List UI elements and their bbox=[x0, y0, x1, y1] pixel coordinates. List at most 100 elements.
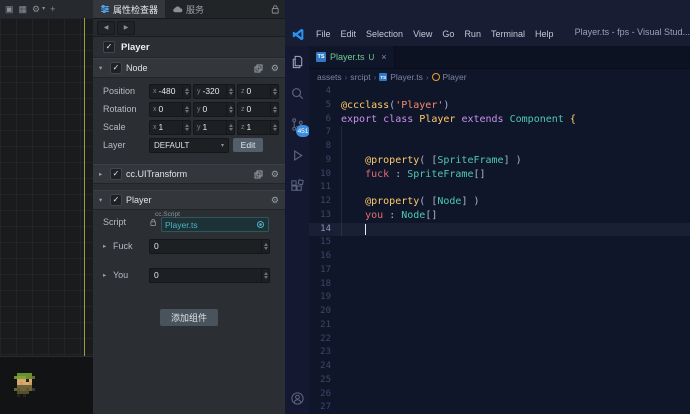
rotation-x-field[interactable]: x0 bbox=[149, 101, 191, 117]
chevron-right-icon[interactable]: ▸ bbox=[103, 242, 110, 250]
scale-x-field[interactable]: x1 bbox=[149, 119, 191, 135]
code-line-5[interactable]: 5 @ccclass('Player') bbox=[309, 99, 690, 113]
copy-icon[interactable] bbox=[254, 170, 263, 179]
code-line-24[interactable]: 24 bbox=[309, 360, 690, 374]
menu-run[interactable]: Run bbox=[459, 29, 486, 39]
code-line-27[interactable]: 27 bbox=[309, 401, 690, 414]
breadcrumb-item[interactable]: assets bbox=[317, 72, 342, 82]
code-line-20[interactable]: 20 bbox=[309, 305, 690, 319]
source-control-icon[interactable]: 451 bbox=[289, 116, 310, 137]
menu-view[interactable]: View bbox=[408, 29, 437, 39]
extensions-icon[interactable] bbox=[289, 178, 305, 194]
code-line-11[interactable]: 11 bbox=[309, 181, 690, 195]
node-checkbox[interactable]: ✓ bbox=[110, 62, 122, 74]
stepper[interactable] bbox=[226, 84, 234, 98]
stepper[interactable] bbox=[182, 102, 190, 116]
code-line-26[interactable]: 26 bbox=[309, 388, 690, 402]
add-component-button[interactable]: 添加组件 bbox=[160, 309, 218, 326]
code-line-12[interactable]: 12 @property( [Node] ) bbox=[309, 195, 690, 209]
scale-y-field[interactable]: y1 bbox=[193, 119, 235, 135]
rotation-y-field[interactable]: y0 bbox=[193, 101, 235, 117]
chevron-down-icon[interactable]: ▾ bbox=[42, 6, 45, 12]
stepper[interactable] bbox=[226, 102, 234, 116]
code-line-23[interactable]: 23 bbox=[309, 346, 690, 360]
code-line-6[interactable]: 6 export class Player extends Component { bbox=[309, 113, 690, 127]
script-asset-field[interactable]: Player.ts bbox=[161, 217, 269, 232]
lock-icon[interactable] bbox=[270, 4, 280, 15]
stepper[interactable] bbox=[261, 268, 269, 282]
rotation-z-field[interactable]: z0 bbox=[237, 101, 279, 117]
position-x-field[interactable]: x -480 bbox=[149, 83, 191, 99]
scale-z-field[interactable]: z1 bbox=[237, 119, 279, 135]
scene-viewport[interactable] bbox=[0, 18, 93, 357]
tab-services[interactable]: 服务 bbox=[165, 0, 211, 18]
tab-inspector[interactable]: 属性检查器 bbox=[93, 0, 166, 18]
stepper[interactable] bbox=[261, 239, 269, 253]
titlebar[interactable]: File Edit Selection View Go Run Terminal Help P… bbox=[285, 0, 690, 47]
chevron-right-icon[interactable]: ▸ bbox=[103, 271, 110, 279]
uitransform-section-header[interactable]: ▸ ✓ cc.UITransform ⚙ bbox=[93, 164, 285, 184]
chevron-down-icon[interactable]: ▾ bbox=[99, 196, 106, 204]
menu-selection[interactable]: Selection bbox=[361, 29, 408, 39]
player-sprite[interactable] bbox=[14, 373, 17, 376]
code-line-15[interactable]: 15 bbox=[309, 236, 690, 250]
stepper[interactable] bbox=[182, 84, 190, 98]
chevron-down-icon[interactable]: ▾ bbox=[99, 64, 106, 72]
code-line-4[interactable]: 4 bbox=[309, 85, 690, 99]
breadcrumb-item[interactable]: srcipt bbox=[350, 72, 370, 82]
gear-icon[interactable]: ⚙ bbox=[32, 4, 40, 14]
stepper[interactable] bbox=[226, 120, 234, 134]
menu-file[interactable]: File bbox=[311, 29, 336, 39]
position-y-field[interactable]: y -320 bbox=[193, 83, 235, 99]
menu-help[interactable]: Help bbox=[530, 29, 559, 39]
code-line-8[interactable]: 8 bbox=[309, 140, 690, 154]
close-icon[interactable]: × bbox=[381, 52, 386, 62]
code-line-17[interactable]: 17 bbox=[309, 264, 690, 278]
code-line-18[interactable]: 18 bbox=[309, 278, 690, 292]
code-line-21[interactable]: 21 bbox=[309, 319, 690, 333]
tab-player-ts[interactable]: TS Player.ts U × bbox=[309, 46, 395, 68]
code-line-7[interactable]: 7 bbox=[309, 126, 690, 140]
layer-select[interactable]: DEFAULT ▾ bbox=[149, 137, 229, 153]
position-z-field[interactable]: z0 bbox=[237, 83, 279, 99]
menu-edit[interactable]: Edit bbox=[336, 29, 362, 39]
chevron-right-icon[interactable]: ▸ bbox=[99, 170, 106, 178]
stepper[interactable] bbox=[270, 120, 278, 134]
back-button[interactable]: ◀ bbox=[97, 20, 115, 35]
you-size-field[interactable]: 0 bbox=[149, 267, 270, 283]
code-line-14[interactable]: 14 bbox=[309, 222, 690, 237]
menu-go[interactable]: Go bbox=[437, 29, 459, 39]
layer-edit-button[interactable]: Edit bbox=[233, 138, 263, 152]
breadcrumb-item[interactable]: Player.ts bbox=[390, 72, 423, 82]
player-component-checkbox[interactable]: ✓ bbox=[110, 194, 122, 206]
stepper[interactable] bbox=[182, 120, 190, 134]
breadcrumb-item[interactable]: Player bbox=[443, 72, 467, 82]
copy-icon[interactable] bbox=[254, 64, 263, 73]
menu-terminal[interactable]: Terminal bbox=[486, 29, 530, 39]
code-line-13[interactable]: 13 you : Node[] bbox=[309, 209, 690, 223]
node-active-checkbox[interactable]: ✓ bbox=[103, 41, 115, 53]
gear-icon[interactable]: ⚙ bbox=[271, 169, 279, 180]
account-icon[interactable] bbox=[289, 390, 305, 406]
target-picker-icon[interactable] bbox=[256, 220, 265, 229]
code-line-25[interactable]: 25 bbox=[309, 374, 690, 388]
node-section-header[interactable]: ▾ ✓ Node ⚙ bbox=[93, 58, 285, 78]
search-icon[interactable] bbox=[289, 85, 305, 101]
editor[interactable]: 4 5 @ccclass('Player') 6 export class Player… bbox=[309, 85, 690, 414]
player-section-header[interactable]: ▾ ✓ Player ⚙ bbox=[93, 190, 285, 210]
stepper[interactable] bbox=[270, 102, 278, 116]
stepper[interactable] bbox=[270, 84, 278, 98]
code-line-10[interactable]: 10 fuck : SpriteFrame[] bbox=[309, 168, 690, 182]
run-debug-icon[interactable] bbox=[289, 147, 305, 163]
grid-icon[interactable]: ▦ bbox=[19, 4, 28, 14]
forward-button[interactable]: ▶ bbox=[117, 20, 135, 35]
gear-icon[interactable]: ⚙ bbox=[271, 63, 279, 74]
explorer-icon[interactable] bbox=[289, 54, 305, 70]
fuck-size-field[interactable]: 0 bbox=[149, 238, 270, 254]
plus-icon[interactable]: + bbox=[50, 4, 55, 14]
code-line-19[interactable]: 19 bbox=[309, 291, 690, 305]
code-line-16[interactable]: 16 bbox=[309, 250, 690, 264]
code-line-9[interactable]: 9 @property( [SpriteFrame] ) bbox=[309, 154, 690, 168]
box-icon[interactable]: ▣ bbox=[5, 4, 14, 14]
uitransform-checkbox[interactable]: ✓ bbox=[110, 168, 122, 180]
